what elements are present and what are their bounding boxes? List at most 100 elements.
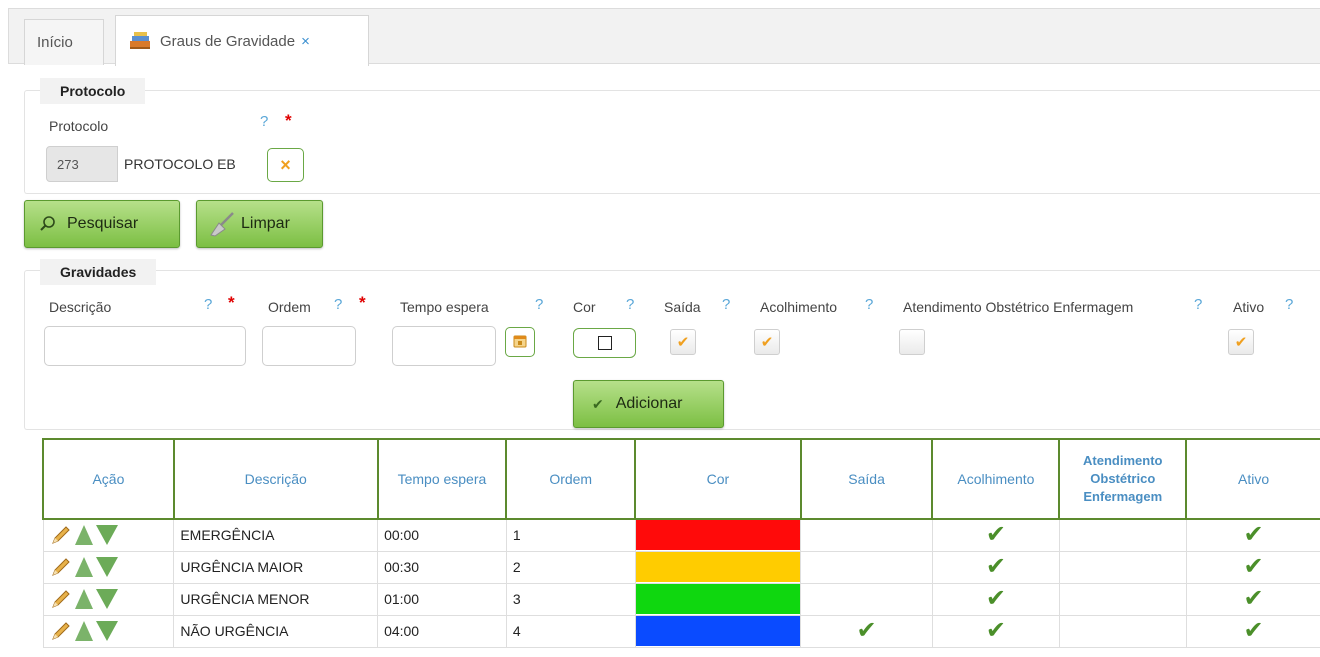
move-down-icon[interactable] <box>95 557 118 577</box>
move-up-icon[interactable] <box>74 557 93 577</box>
header-atendimento[interactable]: Atendimento Obstétrico Enfermagem <box>1058 438 1188 520</box>
header-tempo-espera[interactable]: Tempo espera <box>376 438 508 520</box>
cell-ordem: 3 <box>505 582 636 616</box>
help-icon[interactable]: ? <box>334 296 342 313</box>
protocolo-legend: Protocolo <box>40 78 146 104</box>
color-swatch <box>635 520 801 551</box>
move-up-icon[interactable] <box>74 525 93 546</box>
protocolo-field-label: Protocolo <box>49 118 109 134</box>
help-icon[interactable]: ? <box>1194 296 1202 313</box>
cell-saida: ✔ <box>800 614 933 648</box>
atendimento-label: Atendimento Obstétrico Enfermagem <box>903 299 1134 315</box>
edit-pencil-icon[interactable] <box>50 524 72 546</box>
time-picker-button[interactable] <box>505 327 535 357</box>
help-icon[interactable]: ? <box>535 296 543 313</box>
tab-graus-label: Graus de Gravidade <box>160 32 296 50</box>
close-icon: × <box>280 154 291 175</box>
broom-icon <box>209 211 235 237</box>
search-button[interactable]: Pesquisar <box>24 200 180 248</box>
descricao-input[interactable] <box>44 326 246 366</box>
acolhimento-checkbox[interactable]: ✔ <box>754 329 780 355</box>
edit-pencil-icon[interactable] <box>50 620 72 642</box>
tab-inicio[interactable]: Início <box>24 19 104 65</box>
color-picker[interactable] <box>573 328 636 358</box>
checkmark-icon: ✔ <box>1243 521 1264 549</box>
table-row[interactable]: URGÊNCIA MENOR 01:00 3 ✔ ✔ <box>42 582 1320 616</box>
gravidades-table: Ação Descrição Tempo espera Ordem Cor Sa… <box>42 438 1320 648</box>
move-up-icon[interactable] <box>74 621 93 641</box>
help-icon[interactable]: ? <box>626 296 634 313</box>
cell-cor <box>634 582 802 616</box>
checkmark-icon: ✔ <box>985 585 1006 612</box>
checkmark-icon: ✔ <box>985 521 1006 549</box>
cell-descricao: EMERGÊNCIA <box>173 518 379 552</box>
required-icon: * <box>228 293 235 312</box>
cell-cor <box>634 550 802 584</box>
cell-ordem: 1 <box>505 518 636 552</box>
checkmark-icon: ✔ <box>676 334 690 351</box>
color-swatch <box>635 584 801 614</box>
header-saida[interactable]: Saída <box>799 438 934 520</box>
clear-button-label: Limpar <box>241 215 290 232</box>
protocolo-code-value: 273 <box>57 156 79 172</box>
add-button[interactable]: ✔ Adicionar <box>573 380 724 428</box>
cell-acao <box>42 582 175 616</box>
cell-acolhimento: ✔ <box>931 582 1060 616</box>
header-descricao[interactable]: Descrição <box>172 438 379 520</box>
required-icon: * <box>359 293 366 312</box>
tab-bar: Início Graus de Gravidade × <box>8 8 1320 66</box>
help-icon[interactable]: ? <box>260 113 268 130</box>
cell-saida <box>800 518 933 552</box>
clear-button[interactable]: Limpar <box>196 200 323 248</box>
search-icon <box>39 215 57 233</box>
header-cor[interactable]: Cor <box>634 438 802 520</box>
ativo-checkbox[interactable]: ✔ <box>1228 329 1254 355</box>
protocolo-name-field: PROTOCOLO EB <box>118 146 266 182</box>
checkmark-icon: ✔ <box>1243 585 1264 612</box>
tempo-espera-input[interactable] <box>392 326 496 366</box>
help-icon[interactable]: ? <box>722 296 730 313</box>
check-icon: ✔ <box>592 395 604 412</box>
cell-atendimento <box>1058 614 1187 648</box>
color-swatch-empty <box>597 336 612 350</box>
move-down-icon[interactable] <box>95 621 118 641</box>
checkmark-icon: ✔ <box>1234 334 1248 351</box>
color-swatch <box>635 616 801 646</box>
checkmark-icon: ✔ <box>856 617 877 644</box>
table-row[interactable]: NÃO URGÊNCIA 04:00 4 ✔ ✔ ✔ <box>42 614 1320 648</box>
protocolo-code-field[interactable]: 273 <box>46 146 118 182</box>
table-row[interactable]: EMERGÊNCIA 00:00 1 ✔ ✔ <box>42 518 1320 552</box>
header-ordem[interactable]: Ordem <box>505 438 637 520</box>
tempo-espera-label: Tempo espera <box>400 299 489 315</box>
checkmark-icon: ✔ <box>985 553 1006 580</box>
edit-pencil-icon[interactable] <box>50 588 72 610</box>
help-icon[interactable]: ? <box>204 296 212 313</box>
cell-acao <box>42 518 175 552</box>
cell-tempo-espera: 00:00 <box>377 518 507 552</box>
close-tab-icon[interactable]: × <box>301 33 310 50</box>
edit-pencil-icon[interactable] <box>50 556 72 578</box>
help-icon[interactable]: ? <box>865 296 873 313</box>
tab-graus-de-gravidade[interactable]: Graus de Gravidade × <box>115 15 369 66</box>
move-down-icon[interactable] <box>95 525 118 546</box>
ordem-input[interactable] <box>262 326 356 366</box>
header-acao[interactable]: Ação <box>42 438 175 520</box>
cell-descricao: URGÊNCIA MENOR <box>173 582 379 616</box>
table-row[interactable]: URGÊNCIA MAIOR 00:30 2 ✔ ✔ <box>42 550 1320 584</box>
header-acolhimento[interactable]: Acolhimento <box>931 438 1061 520</box>
cell-acolhimento: ✔ <box>931 614 1060 648</box>
header-ativo[interactable]: Ativo <box>1185 438 1320 520</box>
help-icon[interactable]: ? <box>1285 296 1293 313</box>
move-up-icon[interactable] <box>74 589 93 609</box>
saida-checkbox[interactable]: ✔ <box>670 329 696 355</box>
cell-ordem: 4 <box>505 614 636 648</box>
move-down-icon[interactable] <box>95 589 118 609</box>
clear-protocolo-button[interactable]: × <box>267 148 304 182</box>
atendimento-checkbox[interactable] <box>899 329 925 355</box>
color-swatch <box>635 552 801 582</box>
checkmark-icon: ✔ <box>1243 553 1264 580</box>
saida-label: Saída <box>664 299 701 315</box>
protocolo-name-value: PROTOCOLO EB <box>124 156 236 172</box>
checkmark-icon: ✔ <box>985 617 1006 644</box>
cell-acao <box>42 550 175 584</box>
